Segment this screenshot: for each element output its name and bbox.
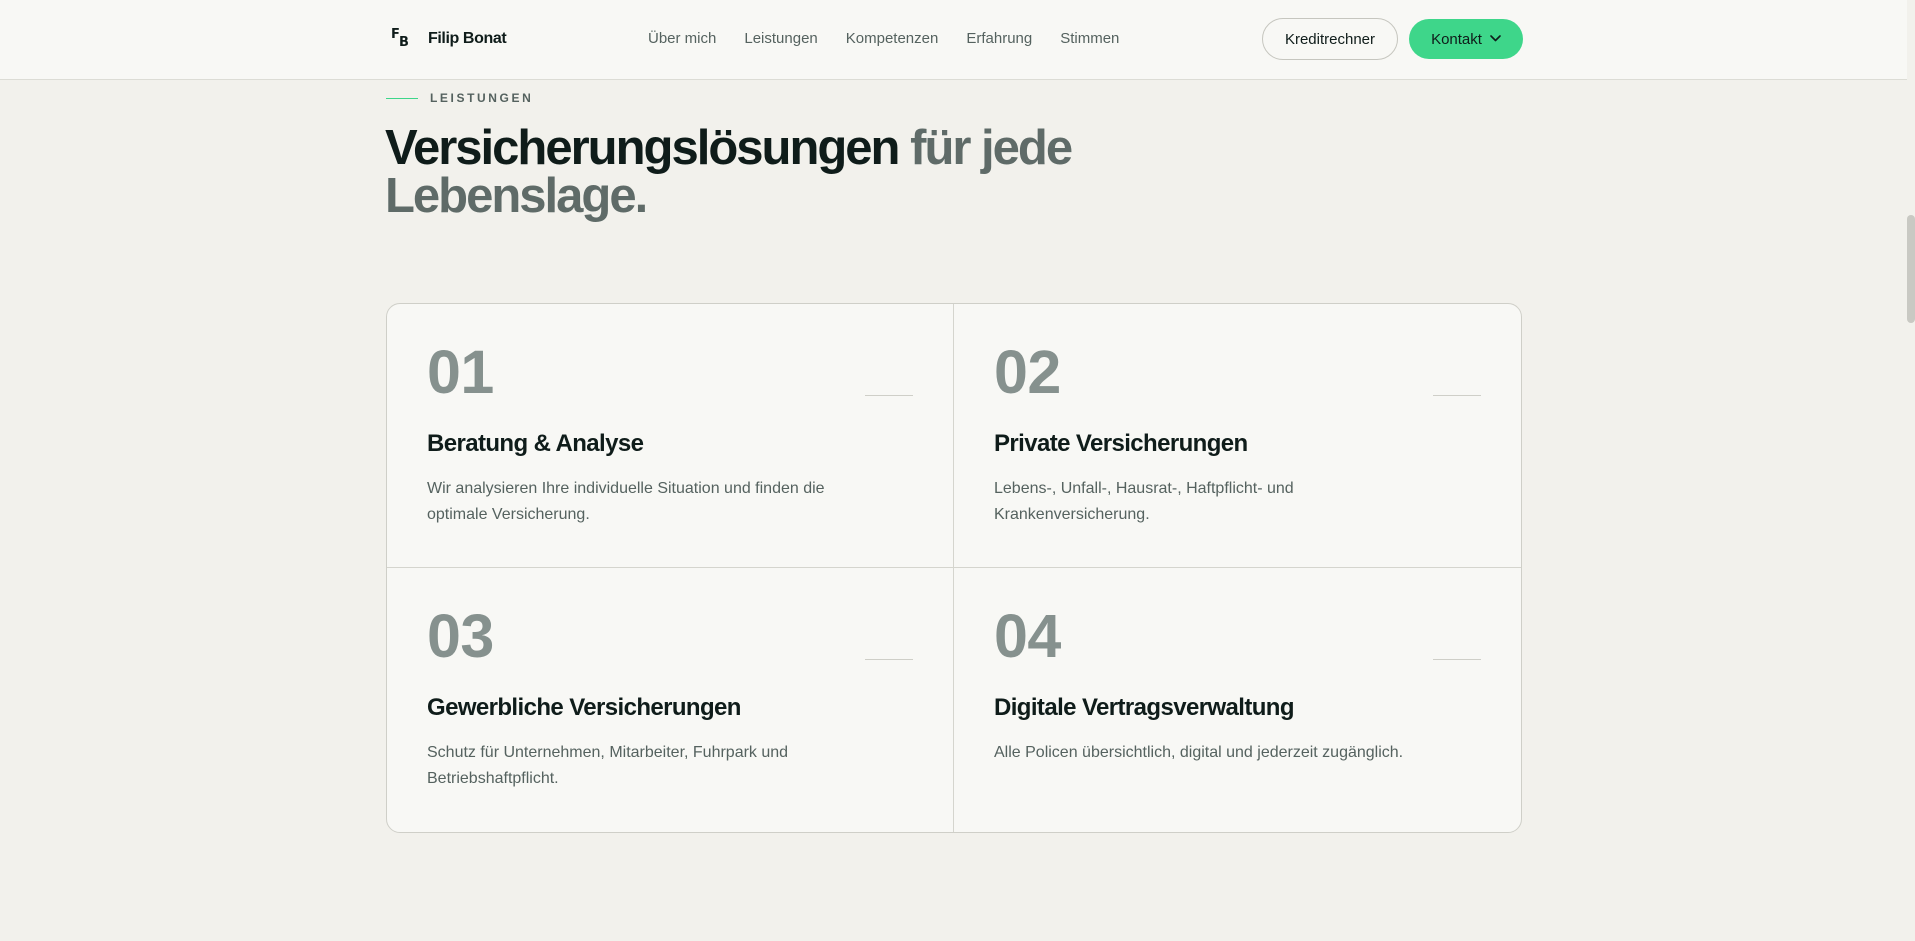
nav-item-erfahrung[interactable]: Erfahrung	[966, 30, 1032, 47]
card-description: Lebens-, Unfall-, Hausrat-, Haftpflicht-…	[994, 480, 1294, 523]
section-eyebrow: LEISTUNGEN	[386, 91, 533, 105]
card-divider	[1433, 395, 1481, 396]
nav-item-leistungen[interactable]: Leistungen	[744, 30, 817, 47]
card-title: Digitale Vertragsverwaltung	[994, 694, 1295, 721]
kontakt-button[interactable]: Kontakt	[1409, 19, 1523, 59]
service-card: 02 Private Versicherungen Lebens-, Unfal…	[954, 304, 1521, 568]
nav-item-stimmen[interactable]: Stimmen	[1060, 30, 1119, 47]
card-title: Private Versicherungen	[994, 430, 1248, 457]
card-description: Wir analysieren Ihre individuelle Situat…	[427, 480, 825, 523]
card-title: Gewerbliche Versicherungen	[427, 694, 741, 721]
eyebrow-accent-line	[386, 97, 418, 99]
card-number: 02	[994, 338, 1061, 406]
service-card: 01 Beratung & Analyse Wir analysieren Ih…	[387, 304, 954, 568]
card-number: 04	[994, 602, 1061, 670]
card-divider	[865, 395, 913, 396]
nav-item-kompetenzen[interactable]: Kompetenzen	[846, 30, 939, 47]
brand-logo[interactable]: F B Filip Bonat	[390, 27, 507, 51]
card-description: Schutz für Unternehmen, Mitarbeiter, Fuh…	[427, 744, 789, 787]
card-number: 03	[427, 602, 494, 670]
card-description: Alle Policen übersichtlich, digital und …	[994, 744, 1404, 761]
card-title: Beratung & Analyse	[427, 430, 644, 457]
services-grid: 01 Beratung & Analyse Wir analysieren Ih…	[386, 303, 1522, 833]
card-divider	[1433, 659, 1481, 660]
eyebrow-label: LEISTUNGEN	[430, 91, 534, 105]
headline-strong: Versicherungslösungen	[385, 121, 900, 175]
brand-name: Filip Bonat	[428, 30, 507, 47]
scrollbar-thumb[interactable]	[1907, 215, 1915, 323]
kreditrechner-button[interactable]: Kreditrechner	[1262, 18, 1398, 60]
section-headline: Versicherungslösungen für jede Lebenslag…	[385, 121, 1145, 221]
service-card: 04 Digitale Vertragsverwaltung Alle Poli…	[954, 568, 1521, 832]
nav-item-ueber-mich[interactable]: Über mich	[648, 30, 716, 47]
main-nav: Über mich Leistungen Kompetenzen Erfahru…	[648, 30, 1119, 47]
fb-monogram-icon: F B	[391, 27, 409, 50]
chevron-down-icon	[1490, 34, 1501, 45]
service-card: 03 Gewerbliche Versicherungen Schutz für…	[387, 568, 954, 832]
kontakt-button-label: Kontakt	[1431, 30, 1482, 48]
card-number: 01	[427, 338, 494, 406]
card-divider	[865, 659, 913, 660]
site-header: F B Filip Bonat Über mich Leistungen Kom…	[0, 0, 1915, 80]
page-scrollbar[interactable]	[1907, 0, 1915, 941]
